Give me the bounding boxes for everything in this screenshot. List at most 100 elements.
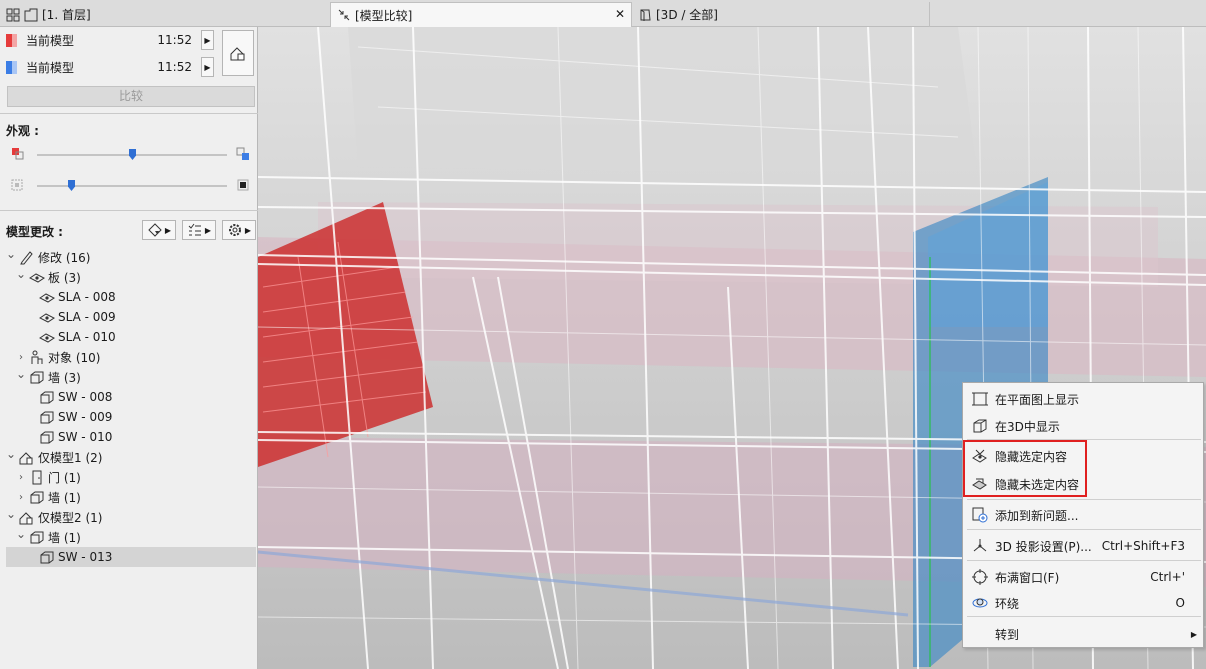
appearance-transparency-slider[interactable] [37,180,227,191]
compare-model-color [6,60,17,74]
tree-item-label: 墙 (1) [48,530,81,545]
wall-icon [39,389,55,405]
current-model-menu-button[interactable]: ▶ [201,30,214,50]
transparency-low-icon [11,179,24,195]
tree-item-label: SW - 010 [58,430,113,444]
compare-model-menu-button[interactable]: ▶ [201,57,214,77]
filter-button[interactable]: ▶ [142,220,176,240]
list-options-button[interactable]: ▶ [182,220,216,240]
slider-thumb[interactable] [129,149,136,160]
chevron-down-icon[interactable]: ⌄ [6,507,16,521]
tree-item-label: SLA - 008 [58,290,116,304]
model-icon [19,449,35,465]
fit-window-icon [969,568,991,586]
3d-view-icon [638,8,652,22]
chevron-down-icon[interactable]: ⌄ [16,527,26,541]
menu-item[interactable]: 添加到新问题... [963,503,1203,527]
current-model-time: 11:52 [157,33,192,47]
chevron-down-icon[interactable]: ⌄ [6,447,16,461]
menu-item-shortcut: Ctrl+' [1150,570,1185,584]
chevron-right-icon[interactable]: › [16,492,26,503]
orbit-icon [969,594,991,612]
wall-icon [39,429,55,445]
chevron-down-icon[interactable]: ⌄ [16,367,26,381]
tab-3d-label: [3D / 全部] [656,8,718,22]
menu-item[interactable]: 3D 投影设置(P)... Ctrl+Shift+F3 [963,534,1203,558]
appearance-color-slider[interactable] [37,149,227,160]
tree-item[interactable]: ⌄ 墙 (1) [6,527,256,547]
tab-3d[interactable]: [3D / 全部] [632,2,930,27]
compare-model-label: 当前模型 [26,60,75,75]
tree-item[interactable]: ⌄ 仅模型2 (1) [6,507,256,527]
grid-icon[interactable] [6,8,20,22]
tab-model-compare-label: [模型比较] [355,8,413,23]
tree-item-label: 仅模型2 (1) [38,510,103,525]
tree-item[interactable]: › 门 (1) [6,467,256,487]
tree-item[interactable]: › 墙 (1) [6,487,256,507]
3d-box-icon [969,417,991,435]
menu-item[interactable]: 环绕 O [963,591,1203,615]
slider-thumb[interactable] [68,180,75,191]
menu-item-label: 添加到新问题... [995,508,1079,523]
tree-item[interactable]: SLA - 008 [6,287,256,307]
chevron-right-icon[interactable]: › [16,472,26,483]
wall-icon [29,529,45,545]
menu-separator [967,560,1201,561]
menu-item-label: 在平面图上显示 [995,392,1080,407]
tree-item[interactable]: ⌄ 仅模型1 (2) [6,447,256,467]
menu-item-label: 转到 [995,627,1020,642]
tree-item[interactable]: › 对象 (10) [6,347,256,367]
slab-icon [39,309,55,325]
tree-item[interactable]: ⌄ 墙 (3) [6,367,256,387]
compare-model-row[interactable]: 当前模型 11:52 ▶ [6,57,216,77]
tab-model-compare[interactable]: [模型比较] ✕ [330,2,632,27]
swap-models-button[interactable] [222,30,254,76]
menu-item-label: 在3D中显示 [995,419,1060,434]
close-icon[interactable]: ✕ [615,7,625,21]
tree-item-label: SLA - 009 [58,310,116,324]
tree-item[interactable]: SLA - 010 [6,327,256,347]
tree-item[interactable]: SW - 010 [6,427,256,447]
menu-item[interactable]: 布满窗口(F) Ctrl+' [963,565,1203,589]
tree-item[interactable]: SLA - 009 [6,307,256,327]
tree-item[interactable]: SW - 008 [6,387,256,407]
tab-floor-plan-label: [1. 首层] [42,8,91,22]
chevron-down-icon[interactable]: ⌄ [16,267,26,281]
current-model-label: 当前模型 [26,33,75,48]
color-overlay-icon [11,147,24,160]
highlight-box [963,440,1087,497]
floorplan-icon [969,390,991,408]
menu-separator [967,529,1201,530]
model-swap-icon [230,47,245,61]
wall-icon [29,369,45,385]
current-model-row[interactable]: 当前模型 11:52 ▶ [6,30,216,50]
tab-bar: [1. 首层] [模型比较] ✕ [3D / 全部] [0,0,1206,27]
tab-floor-plan[interactable]: [1. 首层] [0,2,330,27]
chevron-down-icon[interactable]: ⌄ [6,247,16,261]
model-compare-panel: 当前模型 11:52 ▶ 当前模型 11:52 ▶ 比较 外观 : 模型更改 :… [0,27,258,669]
menu-separator [967,616,1201,617]
color-full-icon [236,147,250,164]
compare-model-time: 11:52 [157,60,192,74]
pencil-icon [19,249,35,265]
tree-item[interactable]: SW - 009 [6,407,256,427]
menu-item[interactable]: 在平面图上显示 [963,387,1203,411]
menu-item[interactable]: 在3D中显示 [963,414,1203,438]
compare-button[interactable]: 比较 [7,86,255,107]
submenu-arrow-icon: ▶ [1190,629,1197,639]
menu-item[interactable]: 转到 ▶ [963,622,1203,646]
menu-item-label: 环绕 [995,596,1020,611]
menu-item-shortcut: Ctrl+Shift+F3 [1101,539,1185,553]
tree-item[interactable]: ⌄ 板 (3) [6,267,256,287]
gear-icon [228,224,241,236]
filter-element-icon [148,223,162,237]
tree-item[interactable]: ⌄ 修改 (16) [6,247,256,267]
tree-item-label: 门 (1) [48,470,81,485]
settings-button[interactable]: ▶ [222,220,256,240]
tree-item[interactable]: SW - 013 [6,547,256,567]
chevron-right-icon[interactable]: › [16,352,26,363]
door-icon [29,469,45,485]
tree-item-label: 对象 (10) [48,350,101,365]
slab-icon [39,289,55,305]
tree-item-label: SW - 008 [58,390,113,404]
